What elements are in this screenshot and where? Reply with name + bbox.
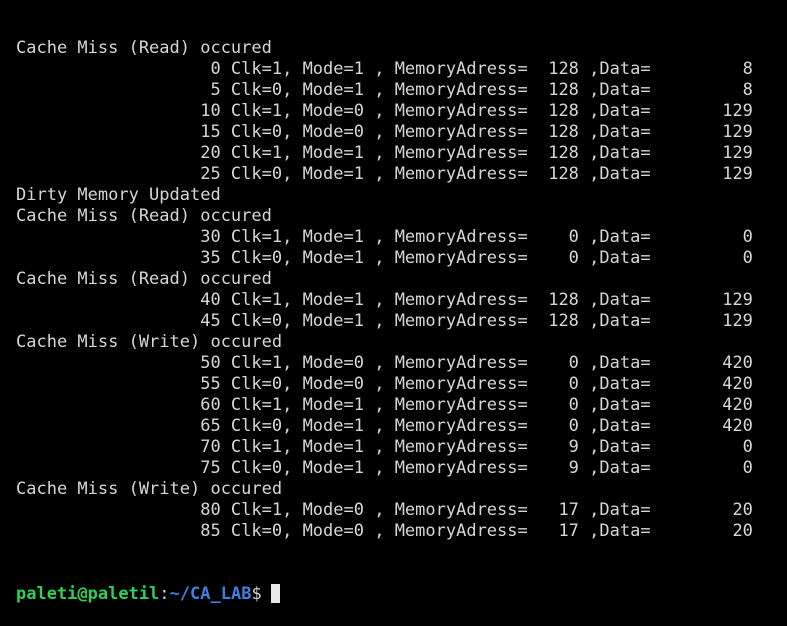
output-line-message: Cache Miss (Read) occured	[16, 206, 272, 226]
output-line-trace: 15 Clk=0, Mode=0 , MemoryAdress= 128 ,Da…	[16, 122, 753, 142]
output-line-trace: 75 Clk=0, Mode=1 , MemoryAdress= 9 ,Data…	[16, 458, 753, 478]
prompt-user-host: paleti@paletil	[16, 584, 160, 604]
output-line-trace: 0 Clk=1, Mode=1 , MemoryAdress= 128 ,Dat…	[16, 59, 753, 79]
prompt-symbol: $	[251, 584, 262, 604]
output-line-message: Cache Miss (Write) occured	[16, 479, 283, 499]
prompt-path: ~/CA_LAB	[169, 584, 252, 604]
terminal-output[interactable]: Cache Miss (Read) occured 0 Clk=1, Mode=…	[16, 0, 787, 626]
output-line-trace: 5 Clk=0, Mode=1 , MemoryAdress= 128 ,Dat…	[16, 80, 753, 100]
output-line-trace: 85 Clk=0, Mode=0 , MemoryAdress= 17 ,Dat…	[16, 521, 753, 541]
output-line-trace: 35 Clk=0, Mode=1 , MemoryAdress= 0 ,Data…	[16, 248, 753, 268]
output-line-trace: 65 Clk=0, Mode=1 , MemoryAdress= 0 ,Data…	[16, 416, 753, 436]
output-line-message: Cache Miss (Read) occured	[16, 269, 272, 289]
output-line-trace: 50 Clk=1, Mode=0 , MemoryAdress= 0 ,Data…	[16, 353, 753, 373]
output-lines: Cache Miss (Read) occured 0 Clk=1, Mode=…	[16, 38, 787, 542]
output-line-trace: 40 Clk=1, Mode=1 , MemoryAdress= 128 ,Da…	[16, 290, 753, 310]
shell-prompt[interactable]: paleti@paletil:~/CA_LAB$	[16, 584, 787, 605]
output-line-trace: 45 Clk=0, Mode=1 , MemoryAdress= 128 ,Da…	[16, 311, 753, 331]
output-line-trace: 25 Clk=0, Mode=1 , MemoryAdress= 128 ,Da…	[16, 164, 753, 184]
output-line-trace: 80 Clk=1, Mode=0 , MemoryAdress= 17 ,Dat…	[16, 500, 753, 520]
cursor-block	[270, 584, 280, 603]
output-line-message: Cache Miss (Write) occured	[16, 332, 283, 352]
output-line-message: Cache Miss (Read) occured	[16, 38, 272, 58]
output-line-message: Dirty Memory Updated	[16, 185, 221, 205]
output-line-trace: 10 Clk=1, Mode=0 , MemoryAdress= 128 ,Da…	[16, 101, 753, 121]
output-line-trace: 70 Clk=1, Mode=1 , MemoryAdress= 9 ,Data…	[16, 437, 753, 457]
output-line-trace: 55 Clk=0, Mode=0 , MemoryAdress= 0 ,Data…	[16, 374, 753, 394]
prompt-separator: :	[159, 584, 170, 604]
output-line-trace: 60 Clk=1, Mode=1 , MemoryAdress= 0 ,Data…	[16, 395, 753, 415]
output-line-trace: 30 Clk=1, Mode=1 , MemoryAdress= 0 ,Data…	[16, 227, 753, 247]
output-line-trace: 20 Clk=1, Mode=1 , MemoryAdress= 128 ,Da…	[16, 143, 753, 163]
